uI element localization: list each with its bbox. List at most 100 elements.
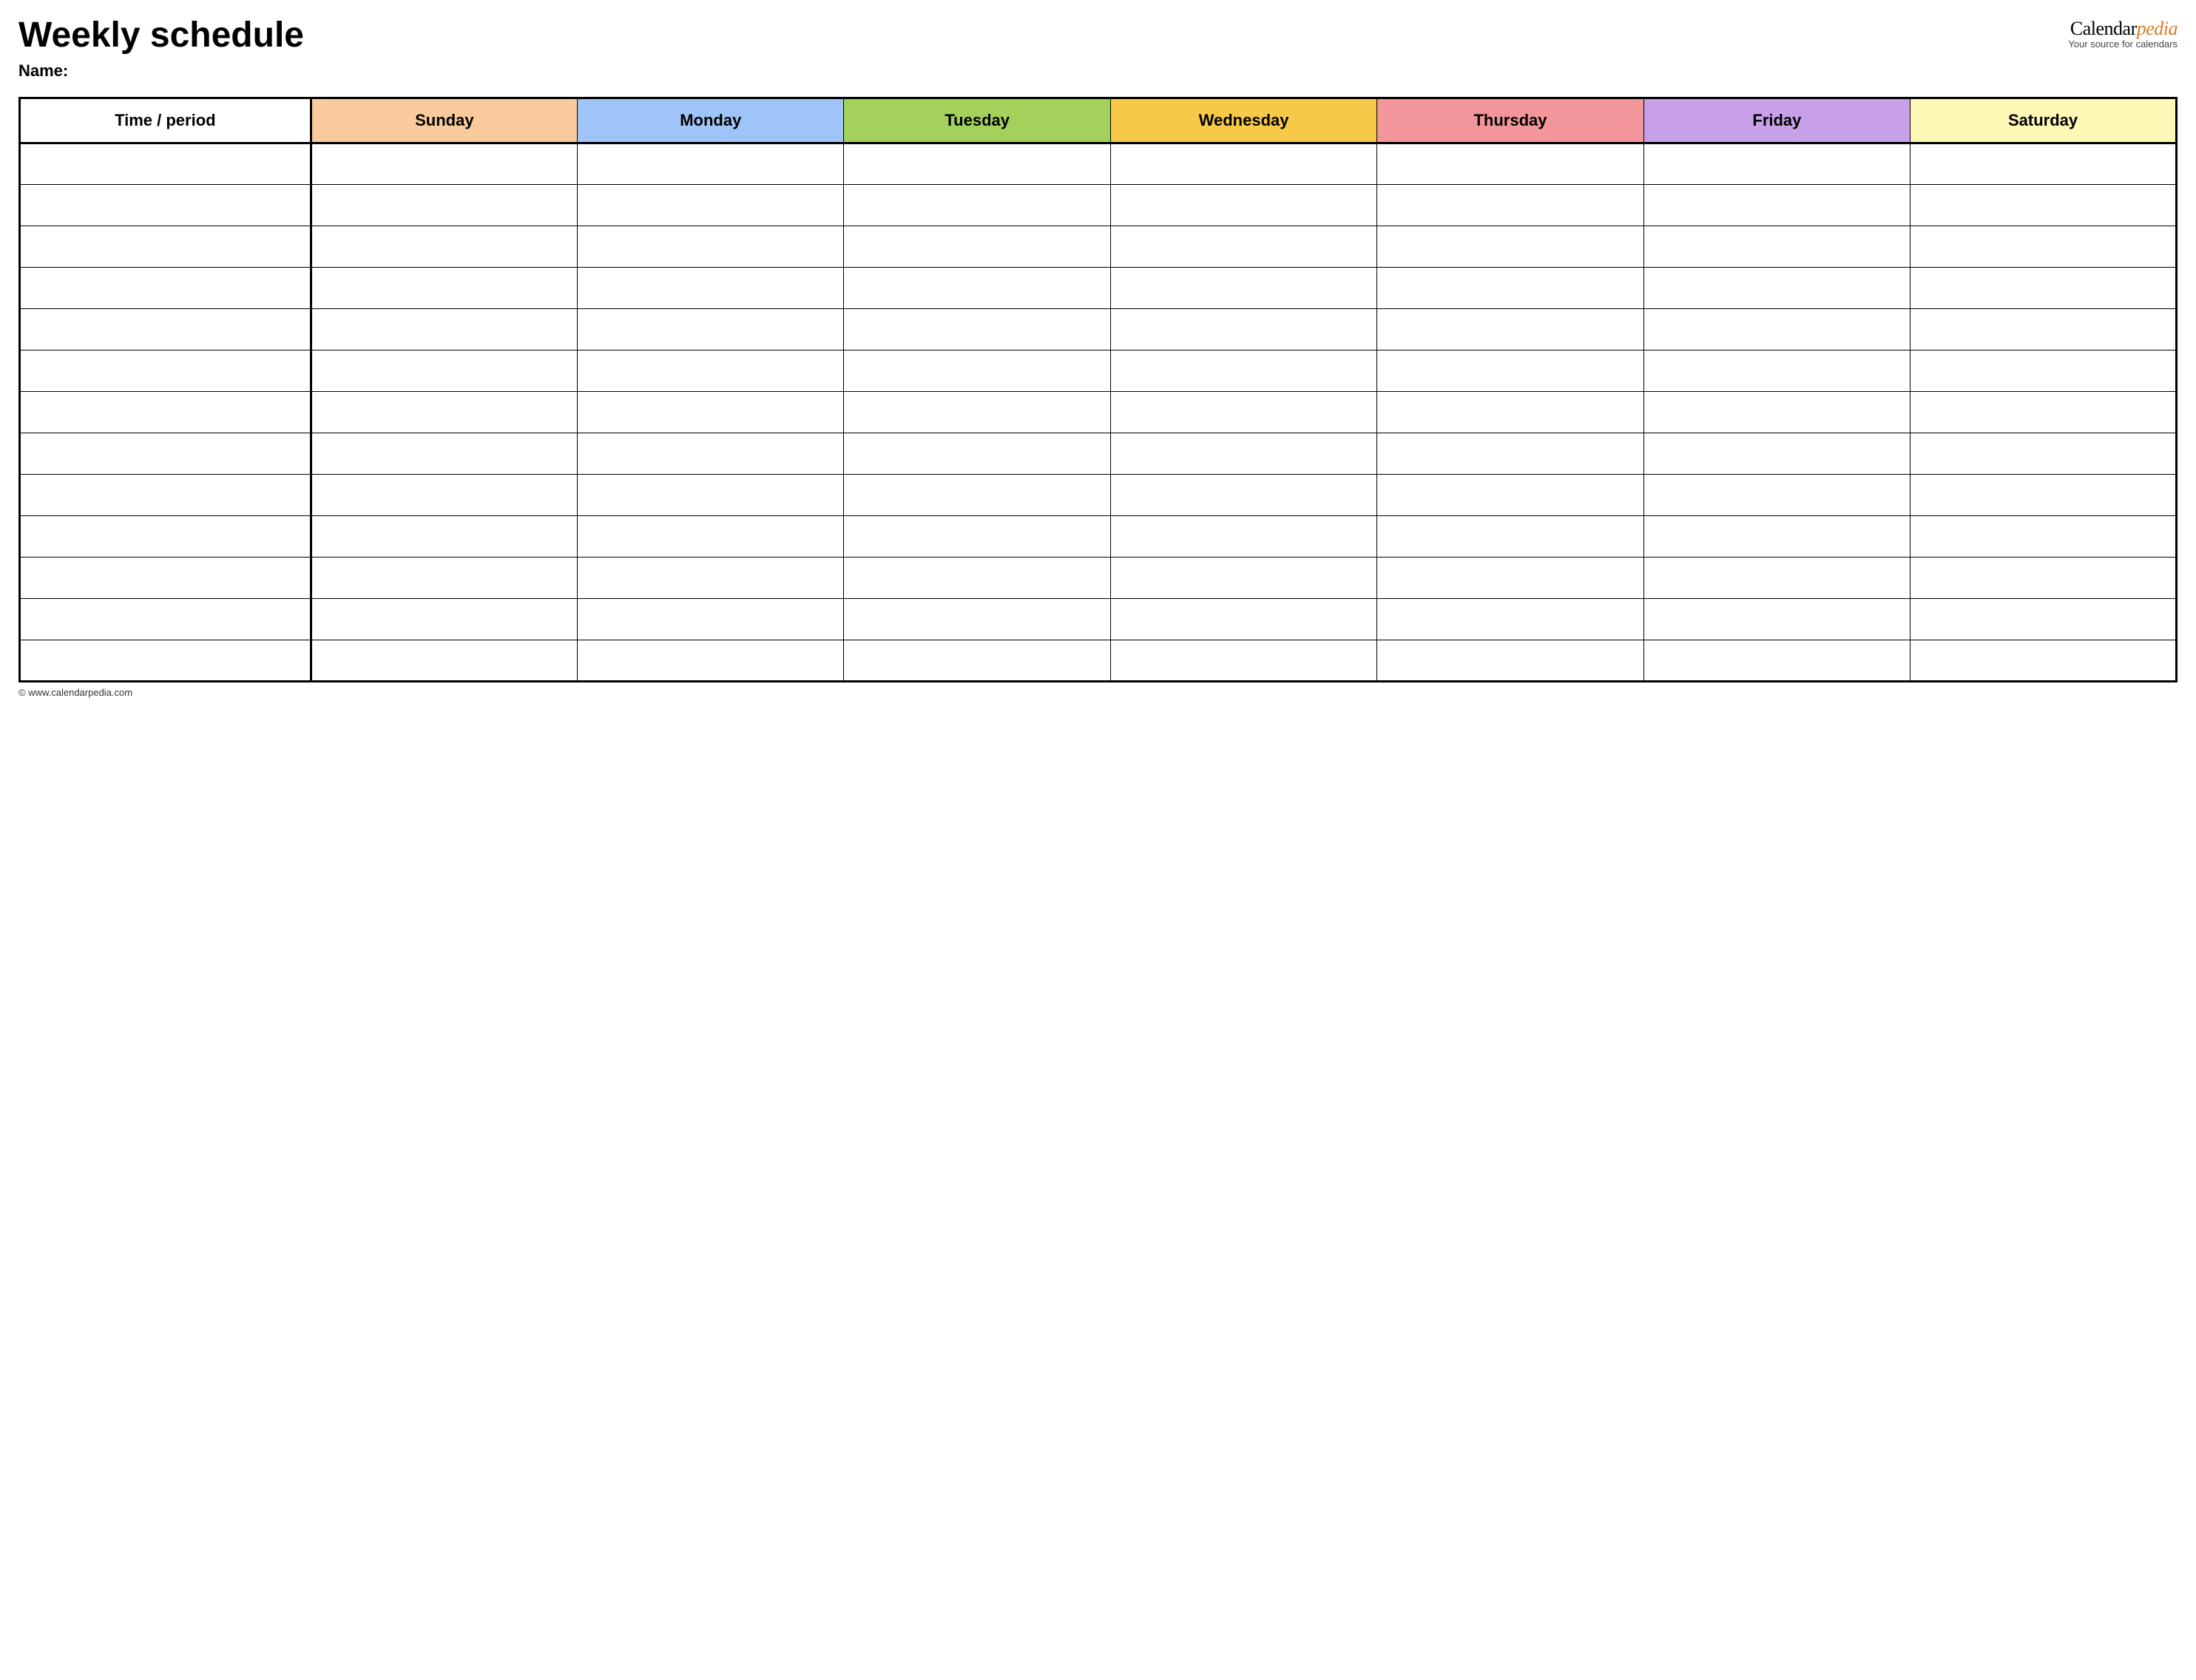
schedule-cell [844,599,1110,640]
schedule-cell [844,143,1110,185]
col-header-saturday: Saturday [1910,98,2177,143]
col-header-tuesday: Tuesday [844,98,1110,143]
schedule-cell [1377,558,1643,599]
schedule-cell [1910,516,2177,558]
schedule-cell [844,268,1110,309]
schedule-cell [1643,599,1910,640]
time-cell [20,143,311,185]
schedule-cell [1643,185,1910,226]
brand-name-part1: Calendar [2070,18,2137,39]
table-row [20,268,2177,309]
schedule-cell [578,309,844,350]
time-cell [20,558,311,599]
schedule-cell [1643,143,1910,185]
schedule-cell [1910,185,2177,226]
schedule-cell [1377,226,1643,268]
schedule-cell [1110,558,1376,599]
time-cell [20,640,311,682]
table-body [20,143,2177,682]
schedule-cell [578,599,844,640]
schedule-cell [1643,475,1910,516]
schedule-cell [1643,226,1910,268]
schedule-cell [1377,392,1643,433]
schedule-cell [1110,309,1376,350]
schedule-table: Time / period Sunday Monday Tuesday Wedn… [18,97,2178,682]
schedule-cell [1910,392,2177,433]
schedule-cell [1910,226,2177,268]
schedule-cell [1377,599,1643,640]
schedule-cell [1110,475,1376,516]
schedule-cell [1377,516,1643,558]
schedule-cell [578,392,844,433]
schedule-cell [578,516,844,558]
schedule-cell [311,392,577,433]
brand-name: Calendarpedia [2068,18,2178,40]
schedule-cell [1377,640,1643,682]
brand-name-part2: pedia [2137,18,2178,39]
col-header-monday: Monday [578,98,844,143]
schedule-cell [1377,350,1643,392]
schedule-cell [1377,309,1643,350]
table-row [20,475,2177,516]
schedule-cell [1643,350,1910,392]
schedule-cell [844,640,1110,682]
table-row [20,392,2177,433]
schedule-cell [1643,433,1910,475]
schedule-cell [1643,516,1910,558]
schedule-cell [311,309,577,350]
time-cell [20,392,311,433]
schedule-cell [1643,640,1910,682]
schedule-cell [1377,433,1643,475]
table-row [20,558,2177,599]
schedule-cell [578,475,844,516]
schedule-cell [1643,558,1910,599]
schedule-cell [844,475,1110,516]
table-row [20,185,2177,226]
schedule-cell [311,350,577,392]
time-cell [20,516,311,558]
schedule-cell [311,558,577,599]
schedule-cell [311,143,577,185]
time-cell [20,475,311,516]
table-row [20,350,2177,392]
schedule-cell [578,268,844,309]
schedule-cell [1110,350,1376,392]
page-title: Weekly schedule [18,15,304,55]
table-row [20,640,2177,682]
time-cell [20,433,311,475]
schedule-cell [1643,309,1910,350]
schedule-cell [578,185,844,226]
schedule-cell [1110,640,1376,682]
col-header-thursday: Thursday [1377,98,1643,143]
schedule-cell [1110,268,1376,309]
table-row [20,226,2177,268]
schedule-cell [844,185,1110,226]
schedule-cell [311,599,577,640]
schedule-cell [1110,433,1376,475]
schedule-cell [1910,309,2177,350]
time-cell [20,350,311,392]
col-header-sunday: Sunday [311,98,577,143]
schedule-cell [1110,392,1376,433]
schedule-cell [1377,143,1643,185]
schedule-cell [844,392,1110,433]
schedule-cell [578,640,844,682]
schedule-cell [1910,433,2177,475]
schedule-cell [1643,392,1910,433]
schedule-cell [578,433,844,475]
schedule-cell [1110,143,1376,185]
table-row [20,143,2177,185]
time-cell [20,599,311,640]
col-header-wednesday: Wednesday [1110,98,1376,143]
table-row [20,516,2177,558]
schedule-cell [1643,268,1910,309]
schedule-cell [578,226,844,268]
footer-copyright: © www.calendarpedia.com [18,687,2178,698]
brand-block: Calendarpedia Your source for calendars [2068,18,2178,50]
schedule-cell [311,226,577,268]
schedule-cell [1110,516,1376,558]
schedule-cell [1910,143,2177,185]
schedule-cell [844,516,1110,558]
schedule-cell [311,475,577,516]
header: Weekly schedule Calendarpedia Your sourc… [18,15,2178,55]
